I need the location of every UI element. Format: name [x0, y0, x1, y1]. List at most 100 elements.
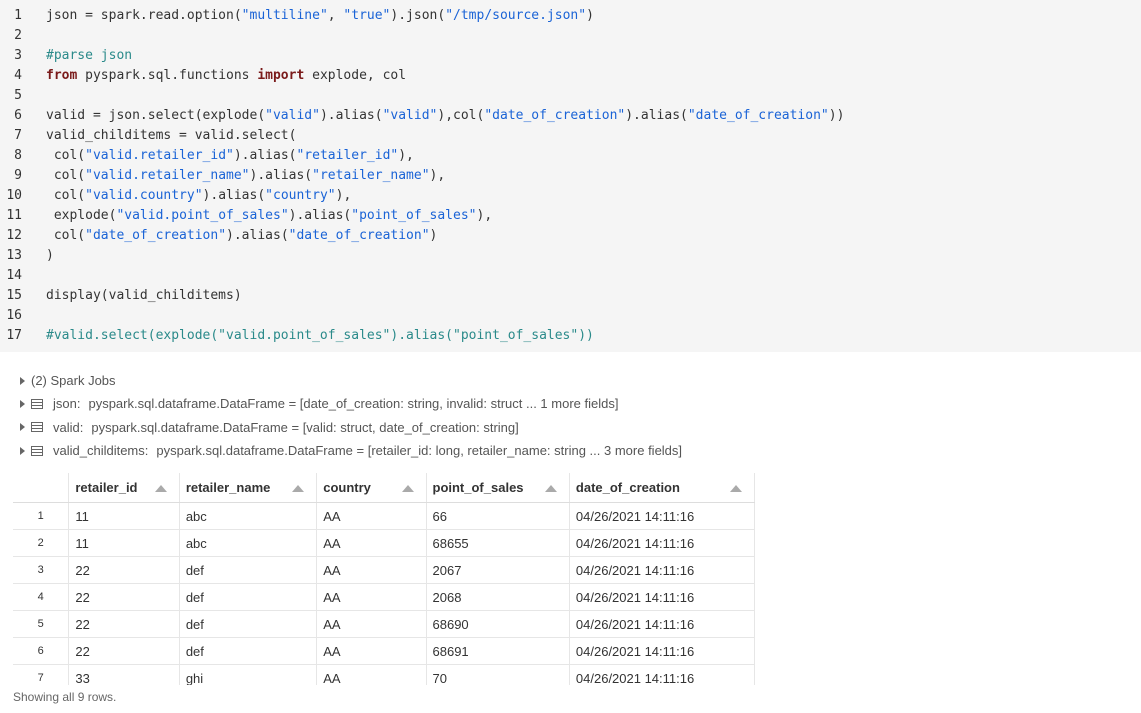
code-token: display(valid_childitems) — [46, 288, 242, 303]
table-cell: 22 — [68, 583, 180, 611]
code-token: ),col( — [437, 108, 485, 123]
column-header-date-of-creation[interactable]: date_of_creation — [569, 473, 755, 503]
table-icon — [31, 445, 43, 456]
column-header-point-of-sales[interactable]: point_of_sales — [426, 473, 570, 503]
column-header-retailer-name[interactable]: retailer_name — [179, 473, 318, 503]
table-cell: AA — [316, 529, 427, 557]
spark-jobs-toggle[interactable]: (2) Spark Jobs — [20, 371, 116, 391]
table-row[interactable]: 4 22 def AA 2068 04/26/2021 14:11:16 — [13, 583, 755, 611]
code-token: ).alias( — [202, 188, 266, 203]
line-number: 6 — [14, 108, 22, 123]
code-text: valid_childitems = valid.select( — [46, 126, 296, 146]
dataframe-schema-toggle[interactable]: valid_childitems: pyspark.sql.dataframe.D… — [20, 441, 682, 461]
code-token: ).alias( — [288, 208, 352, 223]
string-token: "retailer_name" — [312, 168, 430, 183]
code-token: ), — [335, 188, 352, 203]
table-row[interactable]: 6 22 def AA 68691 04/26/2021 14:11:16 — [13, 637, 755, 665]
table-cell: def — [179, 556, 318, 584]
code-text: json = spark.read.option("multiline", "t… — [46, 6, 594, 26]
comment-token: #parse json — [46, 48, 133, 63]
dataframe-schema-toggle[interactable]: valid: pyspark.sql.dataframe.DataFrame = … — [20, 418, 519, 438]
keyword-token: from — [46, 68, 78, 83]
code-token: ), — [398, 148, 414, 163]
results-table[interactable]: retailer_id retailer_name country point_… — [13, 473, 755, 685]
row-number: 5 — [13, 610, 70, 638]
table-cell: 33 — [68, 664, 180, 685]
table-cell: 11 — [68, 529, 180, 557]
table-cell: ghi — [179, 664, 318, 685]
code-token: col( — [46, 188, 86, 203]
code-text: col("date_of_creation").alias("date_of_c… — [46, 226, 438, 246]
table-icon — [31, 422, 43, 433]
code-text: col("valid.country").alias("country"), — [46, 186, 351, 206]
string-token: "country" — [265, 188, 336, 203]
code-token: explode( — [46, 208, 117, 223]
code-token: valid_childitems = valid.select( — [46, 128, 297, 143]
sort-icon[interactable] — [730, 485, 742, 492]
table-cell: 2067 — [426, 556, 570, 584]
line-number: 8 — [14, 148, 22, 163]
sort-icon[interactable] — [544, 485, 557, 492]
code-text: display(valid_childitems) — [46, 286, 242, 306]
code-cell[interactable]: 1 json = spark.read.option("multiline", "… — [0, 0, 1141, 352]
sort-icon[interactable] — [401, 485, 414, 492]
string-token: "date_of_creation" — [484, 108, 626, 123]
code-token: pyspark.sql.functions — [77, 68, 258, 83]
dataframe-name: json: — [53, 396, 81, 411]
code-token: ).alias( — [319, 108, 383, 123]
line-number: 7 — [14, 128, 22, 143]
expand-triangle-icon — [20, 423, 25, 432]
table-cell: 22 — [68, 556, 180, 584]
row-count-status: Showing all 9 rows. — [13, 690, 117, 704]
expand-triangle-icon — [20, 376, 25, 385]
table-cell: 2068 — [426, 583, 570, 611]
code-text: #parse json — [46, 46, 132, 66]
dataframe-schema-toggle[interactable]: json: pyspark.sql.dataframe.DataFrame = [… — [20, 394, 618, 414]
line-number: 13 — [6, 248, 22, 263]
code-token: valid = json.select(explode( — [46, 108, 266, 123]
column-header-retailer-id[interactable]: retailer_id — [68, 473, 180, 503]
table-cell: 04/26/2021 14:11:16 — [569, 664, 755, 685]
line-number: 14 — [6, 268, 22, 283]
string-token: "valid" — [382, 108, 438, 123]
table-cell: AA — [316, 556, 427, 584]
row-number: 4 — [13, 583, 70, 611]
table-row[interactable]: 1 11 abc AA 66 04/26/2021 14:11:16 — [13, 502, 755, 530]
table-row[interactable]: 7 33 ghi AA 70 04/26/2021 14:11:16 — [13, 664, 755, 685]
table-cell: AA — [316, 610, 427, 638]
line-number: 17 — [6, 328, 22, 343]
table-row[interactable]: 5 22 def AA 68690 04/26/2021 14:11:16 — [13, 610, 755, 638]
code-token: col( — [46, 228, 86, 243]
table-row[interactable]: 3 22 def AA 2067 04/26/2021 14:11:16 — [13, 556, 755, 584]
table-cell: 04/26/2021 14:11:16 — [569, 610, 755, 638]
keyword-token: import — [257, 68, 305, 83]
row-number: 1 — [13, 502, 70, 530]
column-header-country[interactable]: country — [316, 473, 427, 503]
table-cell: 66 — [426, 502, 570, 530]
line-number: 15 — [6, 288, 22, 303]
code-token: ).alias( — [249, 168, 313, 183]
dataframe-schema: pyspark.sql.dataframe.DataFrame = [retai… — [156, 443, 683, 458]
table-icon — [31, 398, 43, 409]
code-token: ), — [429, 168, 446, 183]
table-cell: 04/26/2021 14:11:16 — [569, 529, 755, 557]
table-cell: AA — [316, 583, 427, 611]
sort-icon[interactable] — [292, 485, 305, 492]
line-number: 5 — [14, 88, 22, 103]
spark-jobs-label: (2) Spark Jobs — [31, 373, 116, 388]
row-number-header — [13, 473, 70, 503]
row-number: 6 — [13, 637, 70, 665]
string-token: "date_of_creation" — [85, 228, 227, 243]
dataframe-name: valid: — [53, 419, 84, 435]
string-token: "multiline" — [241, 8, 328, 23]
table-row[interactable]: 2 11 abc AA 68655 04/26/2021 14:11:16 — [13, 529, 755, 557]
line-number: 9 — [14, 168, 22, 183]
code-text: valid = json.select(explode("valid").ali… — [46, 106, 844, 126]
line-number: 10 — [6, 188, 22, 203]
table-cell: AA — [316, 502, 427, 530]
string-token: "valid" — [265, 108, 320, 123]
table-cell: 04/26/2021 14:11:16 — [569, 637, 755, 665]
table-cell: AA — [316, 664, 427, 685]
sort-icon[interactable] — [154, 485, 167, 492]
code-text: #valid.select(explode("valid.point_of_sa… — [46, 326, 594, 346]
